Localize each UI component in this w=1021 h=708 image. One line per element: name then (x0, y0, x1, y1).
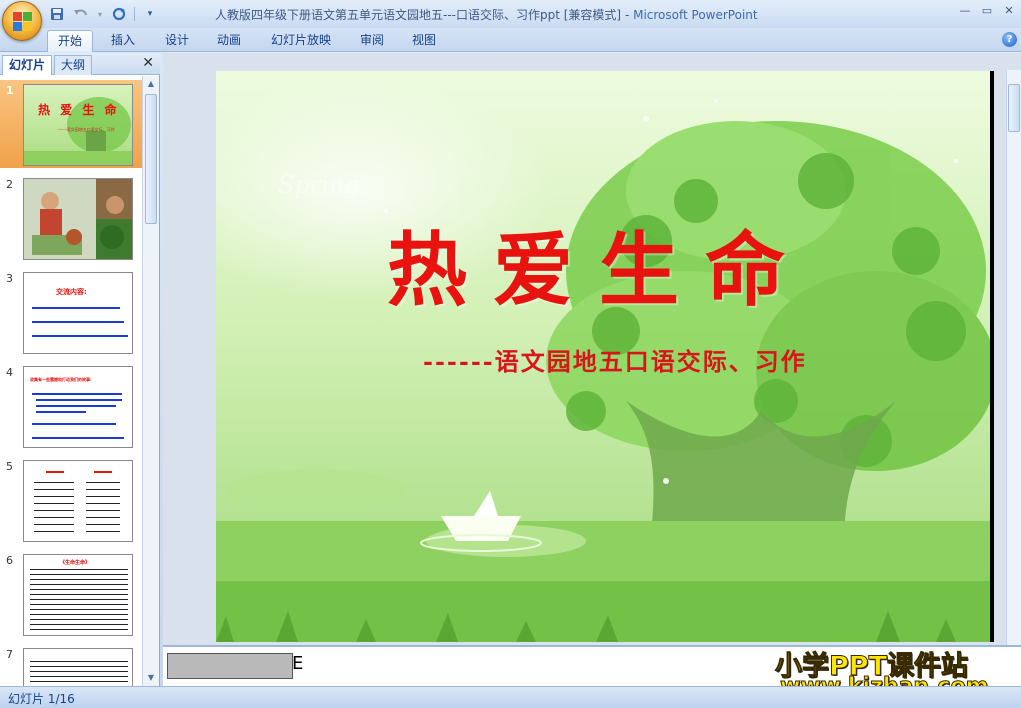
thumb-title: 《生命生命》 (60, 560, 91, 566)
thumb-text-block (34, 479, 74, 535)
slide-indicator: 幻灯片 1/16 (8, 692, 75, 706)
tab-slides[interactable]: 幻灯片 (2, 55, 53, 75)
slide-preview (23, 178, 133, 260)
title-bar: ▾ ▾ 人教版四年级下册语文第五单元语文园地五---口语交际、习作ppt [兼容… (0, 0, 1021, 28)
toolbar-separator (134, 7, 135, 21)
office-logo-icon (13, 12, 33, 32)
main-scrollbar-thumb[interactable] (1008, 84, 1020, 132)
slide-number: 4 (6, 366, 13, 379)
undo-icon[interactable] (72, 5, 90, 23)
scroll-up-icon[interactable]: ▲ (143, 76, 159, 92)
office-button[interactable] (2, 1, 42, 41)
thumb-text-line (32, 393, 122, 395)
slide-number: 6 (6, 554, 13, 567)
pane-tabs: 幻灯片 大纲 ✕ (0, 53, 160, 75)
status-bar: 幻灯片 1/16 (0, 686, 1021, 708)
slide-thumbnail[interactable]: 7 (0, 644, 142, 686)
close-pane-icon[interactable]: ✕ (142, 55, 154, 71)
thumb-text-line (32, 321, 124, 323)
thumb-text-line (32, 423, 116, 425)
notes-text: E (292, 653, 304, 674)
redo-icon[interactable] (110, 5, 128, 23)
customize-icon[interactable]: ▾ (141, 5, 159, 23)
tab-review[interactable]: 审阅 (350, 30, 394, 52)
undo-dropdown-icon[interactable]: ▾ (96, 5, 104, 23)
help-icon[interactable]: ? (1002, 32, 1017, 47)
slide-number: 7 (6, 648, 13, 661)
thumb-text-block (86, 479, 120, 535)
thumb-text-line (32, 335, 128, 337)
thumb-text-line (32, 437, 124, 439)
quick-access-toolbar: ▾ ▾ (48, 4, 159, 24)
thumb-text-line (36, 405, 116, 407)
tab-design[interactable]: 设计 (155, 30, 199, 52)
tab-slideshow[interactable]: 幻灯片放映 (261, 30, 341, 52)
thumb-text-line (36, 399, 122, 401)
powerpoint-window: ▾ ▾ 人教版四年级下册语文第五单元语文园地五---口语交际、习作ppt [兼容… (0, 0, 1021, 708)
slide-number: 5 (6, 460, 13, 473)
close-icon[interactable]: ✕ (999, 4, 1019, 17)
tab-home[interactable]: 开始 (47, 30, 94, 52)
title-separator: - (621, 8, 634, 22)
tab-view[interactable]: 视图 (402, 30, 446, 52)
scrollbar-thumb[interactable] (145, 94, 157, 224)
document-name: 人教版四年级下册语文第五单元语文园地五---口语交际、习作ppt [兼容模式] (215, 8, 622, 22)
slide-title[interactable]: 热爱生命 (216, 206, 990, 322)
slide-preview: 交流内容: (23, 272, 133, 354)
tab-insert[interactable]: 插入 (101, 30, 145, 52)
slides-pane: 幻灯片 大纲 ✕ 1 热 爱 生 命 ------语文园地五口语交际、习作 2 … (0, 53, 160, 686)
thumb-title: 收集有一些震撼和打动我们的故事: (30, 377, 92, 382)
thumb-text-line (36, 411, 86, 413)
slide-border (990, 71, 994, 642)
slide-thumbnail[interactable]: 5 (0, 456, 142, 544)
slide-background-text: Spring (278, 171, 360, 199)
notes-placeholder-box[interactable] (167, 653, 293, 679)
slide-preview (23, 648, 133, 686)
slide-thumbnails: 1 热 爱 生 命 ------语文园地五口语交际、习作 2 3 交流内容: 4… (0, 76, 142, 686)
thumb-text-line (94, 471, 112, 473)
slide-thumbnail[interactable]: 6 《生命生命》 (0, 550, 142, 638)
window-title: 人教版四年级下册语文第五单元语文园地五---口语交际、习作ppt [兼容模式] … (215, 6, 758, 23)
slide-number: 3 (6, 272, 13, 285)
thumb-title: 交流内容: (56, 288, 87, 296)
ribbon-tabs: 开始 插入 设计 动画 幻灯片放映 审阅 视图 (0, 28, 1021, 52)
slide-preview: 《生命生命》 (23, 554, 133, 636)
tab-outline[interactable]: 大纲 (54, 55, 93, 75)
thumb-text-line (32, 307, 120, 309)
slide-thumbnail[interactable]: 1 热 爱 生 命 ------语文园地五口语交际、习作 (0, 80, 142, 168)
thumb-title: 热 爱 生 命 (38, 103, 120, 117)
restore-icon[interactable]: ▭ (977, 4, 997, 17)
thumb-text-line (46, 471, 64, 473)
slide-preview: 收集有一些震撼和打动我们的故事: (23, 366, 133, 448)
tab-animations[interactable]: 动画 (207, 30, 251, 52)
slide-thumbnail[interactable]: 4 收集有一些震撼和打动我们的故事: (0, 362, 142, 450)
scroll-down-icon[interactable]: ▼ (143, 670, 159, 686)
slide-thumbnail[interactable]: 2 (0, 174, 142, 262)
slide-thumbnail[interactable]: 3 交流内容: (0, 268, 142, 356)
thumb-text-block (30, 659, 128, 686)
main-scrollbar[interactable] (1006, 70, 1021, 645)
slide-subtitle[interactable]: ------语文园地五口语交际、习作 (423, 342, 807, 377)
current-slide[interactable]: Spring 热爱生命 ------语文园地五口语交际、习作 (216, 71, 990, 642)
slide-number: 2 (6, 178, 13, 191)
minimize-icon[interactable]: — (955, 4, 975, 17)
thumb-subtitle: ------语文园地五口语交际、习作 (58, 127, 115, 132)
save-icon[interactable] (48, 5, 66, 23)
thumbnails-scrollbar[interactable]: ▲ ▼ (142, 76, 159, 686)
slide-preview (23, 460, 133, 542)
slide-number: 1 (6, 84, 14, 97)
slide-preview: 热 爱 生 命 ------语文园地五口语交际、习作 (23, 84, 133, 166)
thumb-text-block (30, 567, 128, 633)
application-name: Microsoft PowerPoint (633, 8, 758, 22)
